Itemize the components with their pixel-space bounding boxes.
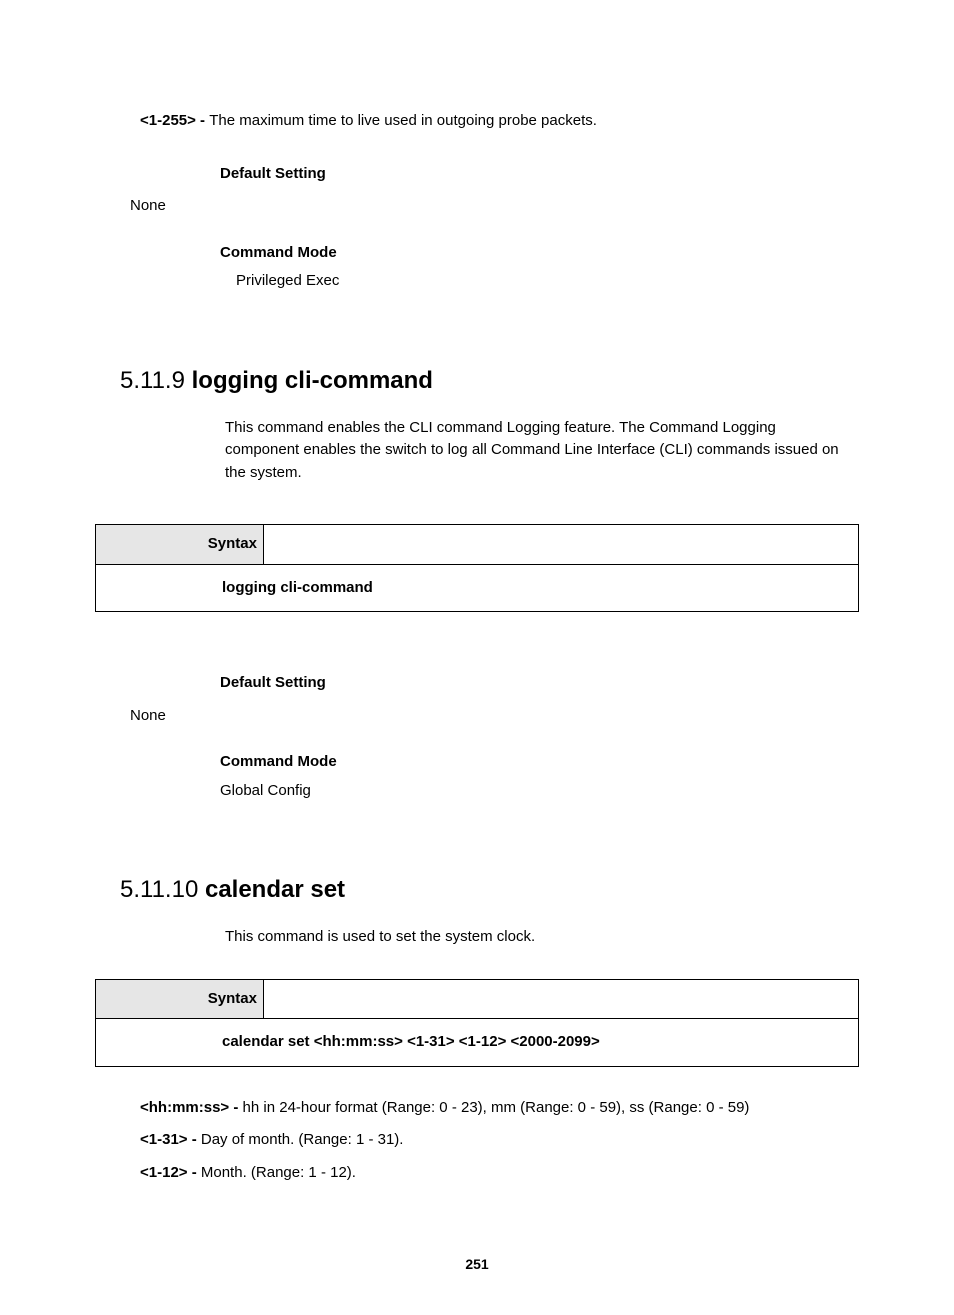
param-line: <1-255> - The maximum time to live used … (140, 110, 874, 133)
param-text: Day of month. (Range: 1 - 31). (201, 1131, 404, 1148)
command-mode-value: Privileged Exec (236, 270, 874, 293)
param-line: <1-31> - Day of month. (Range: 1 - 31). (140, 1129, 874, 1152)
param-line: <1-12> - Month. (Range: 1 - 12). (140, 1162, 874, 1185)
param-text: Month. (Range: 1 - 12). (201, 1164, 356, 1181)
syntax-box: Syntax calendar set <hh:mm:ss> <1-31> <1… (95, 979, 859, 1067)
syntax-header-spacer (264, 525, 858, 565)
command-mode-label: Command Mode (220, 751, 874, 774)
param-line: <hh:mm:ss> - hh in 24-hour format (Range… (140, 1097, 874, 1120)
section-number: 5.11.9 (120, 367, 185, 394)
syntax-body: calendar set <hh:mm:ss> <1-31> <1-12> <2… (96, 1019, 858, 1066)
syntax-box: Syntax logging cli-command (95, 524, 859, 612)
syntax-body: logging cli-command (96, 565, 858, 612)
param-key: <1-31> - (140, 1131, 201, 1148)
section-title: logging cli-command (192, 367, 433, 394)
default-setting-value: None (130, 705, 874, 728)
syntax-label: Syntax (96, 525, 264, 565)
default-setting-value: None (130, 195, 874, 218)
page-number: 251 (80, 1254, 874, 1275)
section-number: 5.11.10 (120, 876, 198, 903)
syntax-label: Syntax (96, 980, 264, 1020)
section-title: calendar set (205, 876, 345, 903)
page-content: <1-255> - The maximum time to live used … (0, 0, 954, 1315)
param-key: <1-255> - (140, 112, 209, 129)
section-heading-calendar: 5.11.10 calendar set (120, 872, 874, 908)
syntax-header-spacer (264, 980, 858, 1020)
default-setting-label: Default Setting (220, 163, 874, 186)
param-text: The maximum time to live used in outgoin… (209, 112, 597, 129)
param-text: hh in 24-hour format (Range: 0 - 23), mm… (243, 1099, 750, 1116)
syntax-header-row: Syntax (96, 980, 858, 1020)
command-mode-value: Global Config (220, 780, 874, 803)
command-mode-label: Command Mode (220, 242, 874, 265)
syntax-header-row: Syntax (96, 525, 858, 565)
param-key: <hh:mm:ss> - (140, 1099, 243, 1116)
section-description: This command enables the CLI command Log… (225, 417, 854, 485)
section-description: This command is used to set the system c… (225, 926, 854, 949)
section-heading-logging: 5.11.9 logging cli-command (120, 363, 874, 399)
param-key: <1-12> - (140, 1164, 201, 1181)
default-setting-label: Default Setting (220, 672, 874, 695)
